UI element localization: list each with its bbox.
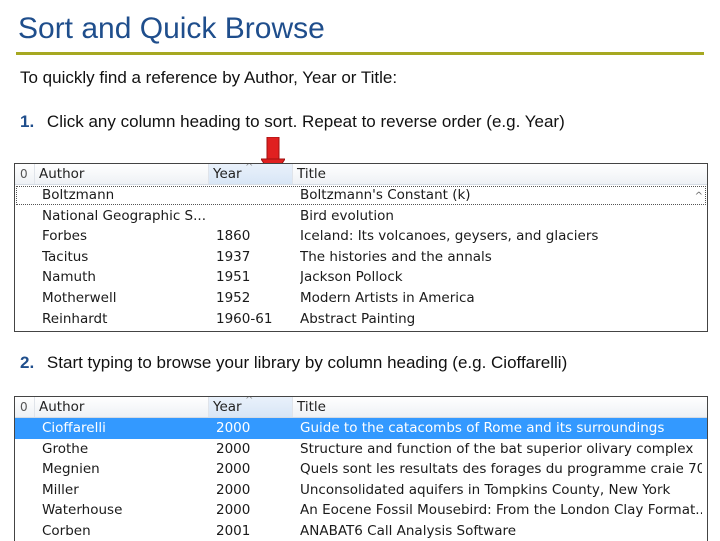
attachment-column-header[interactable]: 0 <box>15 397 35 417</box>
table-row[interactable]: National Geographic S... Bird evolution <box>15 206 707 227</box>
table-header: 0 Author Year ^ Title <box>15 164 707 185</box>
table-header: 0 Author Year ^ Title <box>15 397 707 418</box>
author-cell: Waterhouse <box>42 502 123 519</box>
sort-ascending-icon: ^ <box>245 396 254 406</box>
year-cell <box>216 185 296 206</box>
title-cell: Modern Artists in America <box>300 289 475 306</box>
author-column-header[interactable]: Author <box>35 397 209 417</box>
year-header-label: Year <box>213 166 242 182</box>
author-cell: Megnien <box>42 461 100 478</box>
step-1-number: 1. <box>20 112 35 131</box>
step-1-text: Click any column heading to sort. Repeat… <box>46 112 565 131</box>
year-cell: 1860 <box>216 228 251 245</box>
year-cell: 1960-61 <box>216 310 273 327</box>
title-column-header[interactable]: Title <box>293 397 707 417</box>
year-cell <box>216 206 296 227</box>
attachment-column-header[interactable]: 0 <box>15 164 35 184</box>
year-cell: 2000 <box>216 461 251 478</box>
table-row[interactable]: Namuth 1951 Jackson Pollock <box>15 267 707 288</box>
table-row[interactable]: Tacitus 1937 The histories and the annals <box>15 247 707 268</box>
scroll-up-icon[interactable]: ^ <box>695 191 703 202</box>
sort-ascending-icon: ^ <box>245 163 254 173</box>
year-cell: 1952 <box>216 289 251 306</box>
title-cell: Bird evolution <box>300 207 394 224</box>
year-cell: 2000 <box>216 481 251 498</box>
author-cell: Grothe <box>42 440 89 457</box>
year-column-header[interactable]: Year ^ <box>209 397 293 417</box>
table-row[interactable]: Motherwell 1952 Modern Artists in America <box>15 288 707 309</box>
table-row[interactable]: Grothe 2000 Structure and function of the … <box>15 439 707 460</box>
table-body: Cioffarelli 2000 Guide to the catacombs of… <box>15 418 707 541</box>
title-cell: Abstract Painting <box>300 310 416 327</box>
author-cell: Corben <box>42 522 91 539</box>
title-cell: Quels sont les resultats des forages du … <box>300 461 702 478</box>
step-1: 1. Click any column heading to sort. Rep… <box>20 112 565 132</box>
table-row[interactable]: Forbes 1860 Iceland: Its volcanoes, geyser… <box>15 226 707 247</box>
author-cell: Motherwell <box>42 289 117 306</box>
title-cell: Structure and function of the bat superi… <box>300 440 694 457</box>
year-column-header[interactable]: Year ^ <box>209 164 293 184</box>
author-cell: Namuth <box>42 269 96 286</box>
table-row[interactable]: Corben 2001 ANABAT6 Call Analysis Software <box>15 521 707 541</box>
author-cell: Forbes <box>42 228 88 245</box>
author-cell: National Geographic S... <box>42 207 206 224</box>
intro-text: To quickly find a reference by Author, Y… <box>20 68 398 87</box>
library-table-browse: 0 Author Year ^ Title Cioffarelli 2000 Gui… <box>14 396 708 541</box>
year-cell: 1937 <box>216 248 251 265</box>
table-body: Boltzmann Boltzmann's Constant (k) Nationa… <box>15 185 707 329</box>
title-cell: Boltzmann's Constant (k) <box>300 187 471 203</box>
step-2-number: 2. <box>20 353 35 372</box>
title-cell: Guide to the catacombs of Rome and its s… <box>300 420 665 436</box>
title-cell: Jackson Pollock <box>300 269 403 286</box>
title-cell: Iceland: Its volcanoes, geysers, and gla… <box>300 228 599 245</box>
author-cell: Cioffarelli <box>42 420 106 436</box>
year-header-label: Year <box>213 399 242 415</box>
title-column-header[interactable]: Title <box>293 164 707 184</box>
title-divider <box>16 52 704 55</box>
author-cell: Tacitus <box>42 248 89 265</box>
year-cell: 2000 <box>216 502 251 519</box>
title-cell: Unconsolidated aquifers in Tompkins Coun… <box>300 481 671 498</box>
author-cell: Reinhardt <box>42 310 108 327</box>
year-cell: 1951 <box>216 269 251 286</box>
table-row[interactable]: Waterhouse 2000 An Eocene Fossil Mousebird… <box>15 500 707 521</box>
author-cell: Boltzmann <box>42 187 115 203</box>
title-cell: An Eocene Fossil Mousebird: From the Lon… <box>300 502 702 519</box>
step-2-text: Start typing to browse your library by c… <box>46 353 568 372</box>
year-cell: 2000 <box>216 420 251 436</box>
slide-title: Sort and Quick Browse <box>18 12 325 45</box>
title-cell: ANABAT6 Call Analysis Software <box>300 522 517 539</box>
year-cell: 2001 <box>216 522 251 539</box>
table-row[interactable]: Miller 2000 Unconsolidated aquifers in Tom… <box>15 480 707 501</box>
library-table-sorted: 0 Author Year ^ Title Boltzmann Boltzmann… <box>14 163 708 332</box>
step-2: 2. Start typing to browse your library b… <box>20 353 567 373</box>
author-column-header[interactable]: Author <box>35 164 209 184</box>
author-cell: Miller <box>42 481 79 498</box>
table-row[interactable]: Megnien 2000 Quels sont les resultats des … <box>15 459 707 480</box>
year-cell: 2000 <box>216 440 251 457</box>
table-row[interactable]: Reinhardt 1960-61 Abstract Painting <box>15 309 707 330</box>
table-row[interactable]: Boltzmann Boltzmann's Constant (k) <box>15 185 707 206</box>
title-cell: The histories and the annals <box>300 248 492 265</box>
table-row[interactable]: Cioffarelli 2000 Guide to the catacombs of… <box>15 418 707 439</box>
